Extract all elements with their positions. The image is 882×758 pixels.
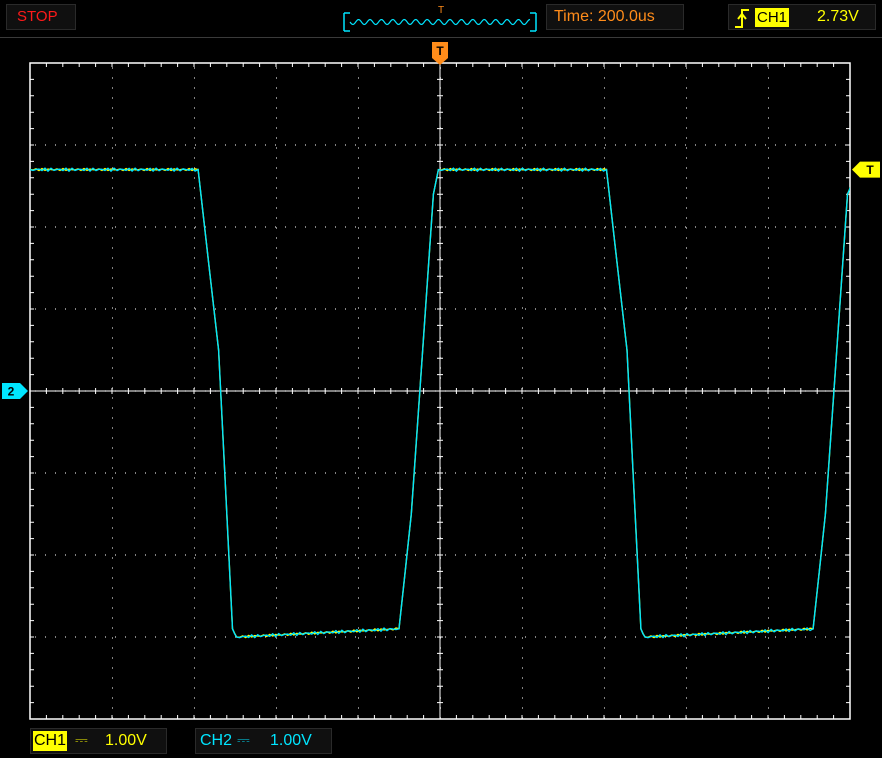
- ch2-scale-display[interactable]: CH2 ⎓ 1.00V: [195, 728, 332, 754]
- ch2-scale: 1.00V: [270, 732, 312, 749]
- trigger-level-marker[interactable]: T: [852, 161, 880, 178]
- trigger-position-label: T: [436, 44, 444, 58]
- overview-wave: [349, 18, 531, 26]
- ch2-ground-label: 2: [8, 385, 15, 399]
- overview-trigger-marker: T: [438, 5, 444, 16]
- ch1-scale: 1.00V: [105, 732, 147, 749]
- run-stop-status[interactable]: STOP: [6, 4, 76, 30]
- timebase-display[interactable]: Time: 200.0us: [546, 4, 684, 30]
- ch1-coupling-icon: ⎓: [75, 732, 88, 749]
- oscilloscope-screen[interactable]: T T 2: [0, 38, 882, 730]
- waveform-overview[interactable]: T: [340, 4, 540, 32]
- ch1-scale-display[interactable]: CH1 ⎓ 1.00V: [30, 728, 167, 754]
- trigger-position-marker[interactable]: T: [432, 42, 448, 65]
- trigger-level: 2.73V: [817, 8, 859, 25]
- ch2-ground-marker[interactable]: 2: [2, 383, 28, 399]
- ch2-coupling-icon: ⎓: [237, 732, 250, 749]
- timebase-label: Time:: [554, 8, 594, 25]
- trigger-level-label: T: [866, 163, 874, 177]
- ch2-label: CH2: [200, 732, 233, 749]
- trigger-source: CH1: [755, 8, 790, 27]
- rising-edge-icon: [735, 9, 749, 28]
- status-text: STOP: [17, 8, 58, 25]
- trigger-display[interactable]: CH1 2.73V: [728, 4, 876, 30]
- ch1-label: CH1: [33, 731, 68, 751]
- timebase-value: 200.0us: [597, 8, 655, 25]
